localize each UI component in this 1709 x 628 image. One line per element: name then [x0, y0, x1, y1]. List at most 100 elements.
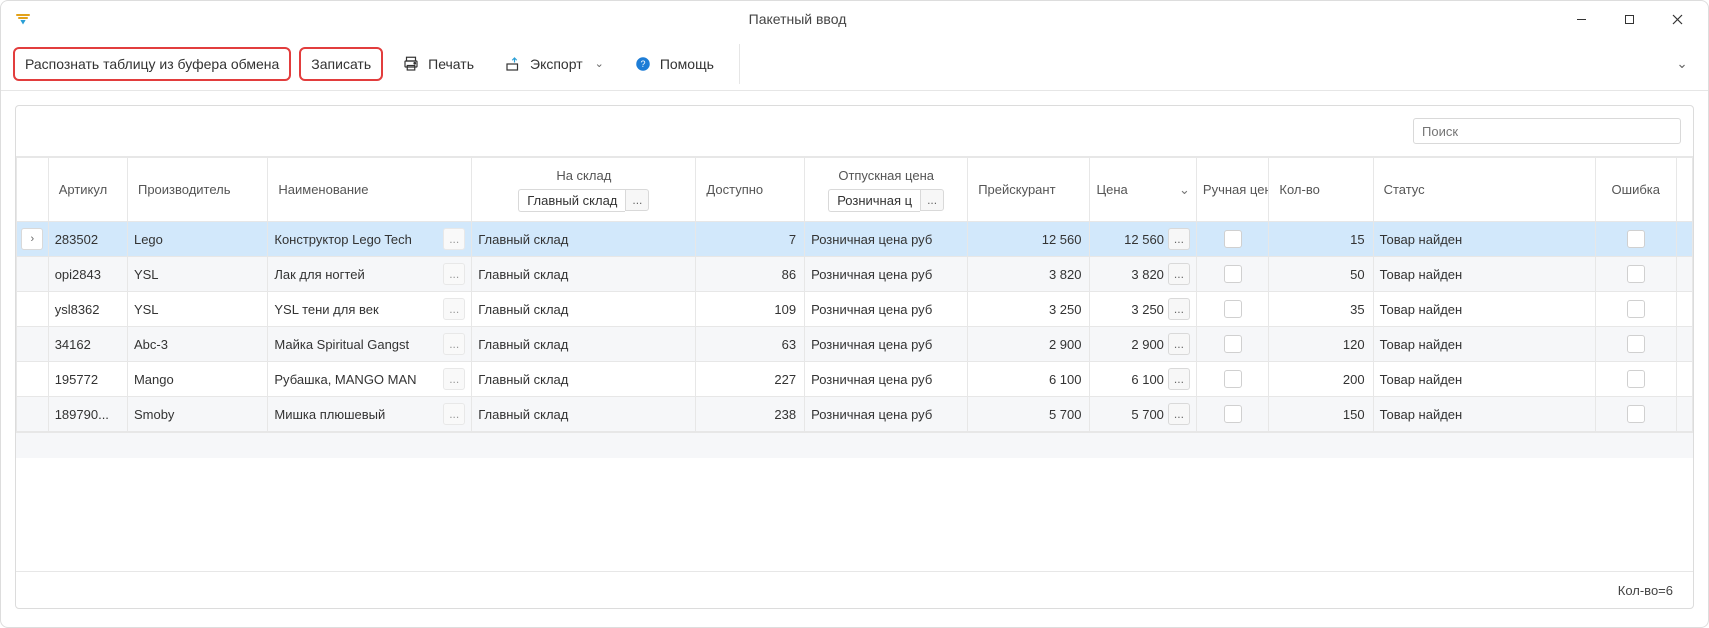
cell-qty[interactable]: 35 [1269, 292, 1373, 327]
cell-pricelist[interactable]: 3 250 [968, 292, 1090, 327]
cell-status[interactable]: Товар найден [1373, 222, 1595, 257]
cell-available[interactable]: 86 [696, 257, 805, 292]
minimize-button[interactable] [1558, 4, 1604, 34]
col-available[interactable]: Доступно [696, 158, 805, 222]
price-picker-button[interactable]: ... [1168, 228, 1190, 250]
cell-release[interactable]: Розничная цена руб [805, 257, 968, 292]
error-checkbox[interactable] [1627, 370, 1645, 388]
warehouse-header-select[interactable]: Главный склад ... [518, 189, 649, 212]
col-warehouse[interactable]: На склад Главный склад ... [472, 158, 696, 222]
maximize-button[interactable] [1606, 4, 1652, 34]
cell-warehouse[interactable]: Главный склад [472, 292, 696, 327]
table-row[interactable]: 195772MangoРубашка, MANGO MAN...Главный … [17, 362, 1693, 397]
cell-manufacturer[interactable]: Abc-3 [127, 327, 267, 362]
print-button[interactable]: Печать [391, 47, 485, 81]
cell-warehouse[interactable]: Главный склад [472, 257, 696, 292]
warehouse-header-picker[interactable]: ... [625, 189, 649, 211]
col-error[interactable]: Ошибка [1595, 158, 1677, 222]
col-release-price[interactable]: Отпускная цена Розничная ц ... [805, 158, 968, 222]
cell-manufacturer[interactable]: Mango [127, 362, 267, 397]
cell-warehouse[interactable]: Главный склад [472, 327, 696, 362]
cell-error[interactable] [1595, 257, 1677, 292]
cell-manual-price[interactable] [1196, 292, 1268, 327]
name-picker-button[interactable]: ... [443, 263, 465, 285]
col-status[interactable]: Статус [1373, 158, 1595, 222]
name-picker-button[interactable]: ... [443, 298, 465, 320]
price-picker-button[interactable]: ... [1168, 403, 1190, 425]
cell-error[interactable] [1595, 397, 1677, 432]
cell-manufacturer[interactable]: YSL [127, 257, 267, 292]
help-button[interactable]: ? Помощь [623, 47, 725, 81]
col-article[interactable]: Артикул [48, 158, 127, 222]
price-picker-button[interactable]: ... [1168, 263, 1190, 285]
expand-cell[interactable] [17, 362, 49, 397]
expand-cell[interactable] [17, 292, 49, 327]
cell-article[interactable]: 283502 [48, 222, 127, 257]
cell-release[interactable]: Розничная цена руб [805, 222, 968, 257]
cell-status[interactable]: Товар найден [1373, 362, 1595, 397]
close-button[interactable] [1654, 4, 1700, 34]
manual-price-checkbox[interactable] [1224, 405, 1242, 423]
cell-qty[interactable]: 120 [1269, 327, 1373, 362]
cell-error[interactable] [1595, 327, 1677, 362]
cell-release[interactable]: Розничная цена руб [805, 292, 968, 327]
table-row[interactable]: ysl8362YSLYSL тени для век...Главный скл… [17, 292, 1693, 327]
expand-cell[interactable] [17, 397, 49, 432]
expand-cell[interactable]: › [17, 222, 49, 257]
grid-wrap[interactable]: Артикул Производитель Наименование На ск… [16, 156, 1693, 572]
name-picker-button[interactable]: ... [443, 368, 465, 390]
price-picker-button[interactable]: ... [1168, 333, 1190, 355]
cell-article[interactable]: 34162 [48, 327, 127, 362]
cell-release[interactable]: Розничная цена руб [805, 397, 968, 432]
cell-pricelist[interactable]: 6 100 [968, 362, 1090, 397]
export-button[interactable]: Экспорт ⌄ [493, 47, 615, 81]
toolbar-expand-button[interactable]: ⌄ [1668, 50, 1696, 78]
expand-cell[interactable] [17, 327, 49, 362]
cell-qty[interactable]: 200 [1269, 362, 1373, 397]
name-picker-button[interactable]: ... [443, 333, 465, 355]
table-row[interactable]: opi2843YSLЛак для ногтей...Главный склад… [17, 257, 1693, 292]
cell-price[interactable]: 12 560... [1090, 222, 1196, 257]
cell-available[interactable]: 7 [696, 222, 805, 257]
cell-warehouse[interactable]: Главный склад [472, 222, 696, 257]
price-picker-button[interactable]: ... [1168, 298, 1190, 320]
cell-name[interactable]: Рубашка, MANGO MAN... [268, 362, 472, 397]
cell-available[interactable]: 109 [696, 292, 805, 327]
col-price[interactable]: Цена⌄ [1090, 158, 1196, 222]
manual-price-checkbox[interactable] [1224, 265, 1242, 283]
cell-article[interactable]: 189790... [48, 397, 127, 432]
price-picker-button[interactable]: ... [1168, 368, 1190, 390]
manual-price-checkbox[interactable] [1224, 300, 1242, 318]
cell-pricelist[interactable]: 5 700 [968, 397, 1090, 432]
col-manual-price[interactable]: Ручная цена [1196, 158, 1268, 222]
cell-manual-price[interactable] [1196, 222, 1268, 257]
error-checkbox[interactable] [1627, 265, 1645, 283]
col-name[interactable]: Наименование [268, 158, 472, 222]
cell-qty[interactable]: 15 [1269, 222, 1373, 257]
cell-name[interactable]: Майка Spiritual Gangst... [268, 327, 472, 362]
cell-price[interactable]: 6 100... [1090, 362, 1196, 397]
manual-price-checkbox[interactable] [1224, 230, 1242, 248]
cell-error[interactable] [1595, 292, 1677, 327]
cell-warehouse[interactable]: Главный склад [472, 397, 696, 432]
table-row[interactable]: ›283502LegoКонструктор Lego Tech...Главн… [17, 222, 1693, 257]
cell-error[interactable] [1595, 222, 1677, 257]
release-header-picker[interactable]: ... [920, 189, 944, 211]
manual-price-checkbox[interactable] [1224, 335, 1242, 353]
cell-warehouse[interactable]: Главный склад [472, 362, 696, 397]
cell-pricelist[interactable]: 12 560 [968, 222, 1090, 257]
cell-price[interactable]: 2 900... [1090, 327, 1196, 362]
cell-name[interactable]: Лак для ногтей... [268, 257, 472, 292]
cell-qty[interactable]: 50 [1269, 257, 1373, 292]
cell-available[interactable]: 63 [696, 327, 805, 362]
cell-available[interactable]: 227 [696, 362, 805, 397]
error-checkbox[interactable] [1627, 335, 1645, 353]
cell-manual-price[interactable] [1196, 362, 1268, 397]
cell-article[interactable]: ysl8362 [48, 292, 127, 327]
cell-status[interactable]: Товар найден [1373, 397, 1595, 432]
cell-price[interactable]: 5 700... [1090, 397, 1196, 432]
cell-status[interactable]: Товар найден [1373, 327, 1595, 362]
cell-manufacturer[interactable]: YSL [127, 292, 267, 327]
cell-pricelist[interactable]: 2 900 [968, 327, 1090, 362]
cell-available[interactable]: 238 [696, 397, 805, 432]
